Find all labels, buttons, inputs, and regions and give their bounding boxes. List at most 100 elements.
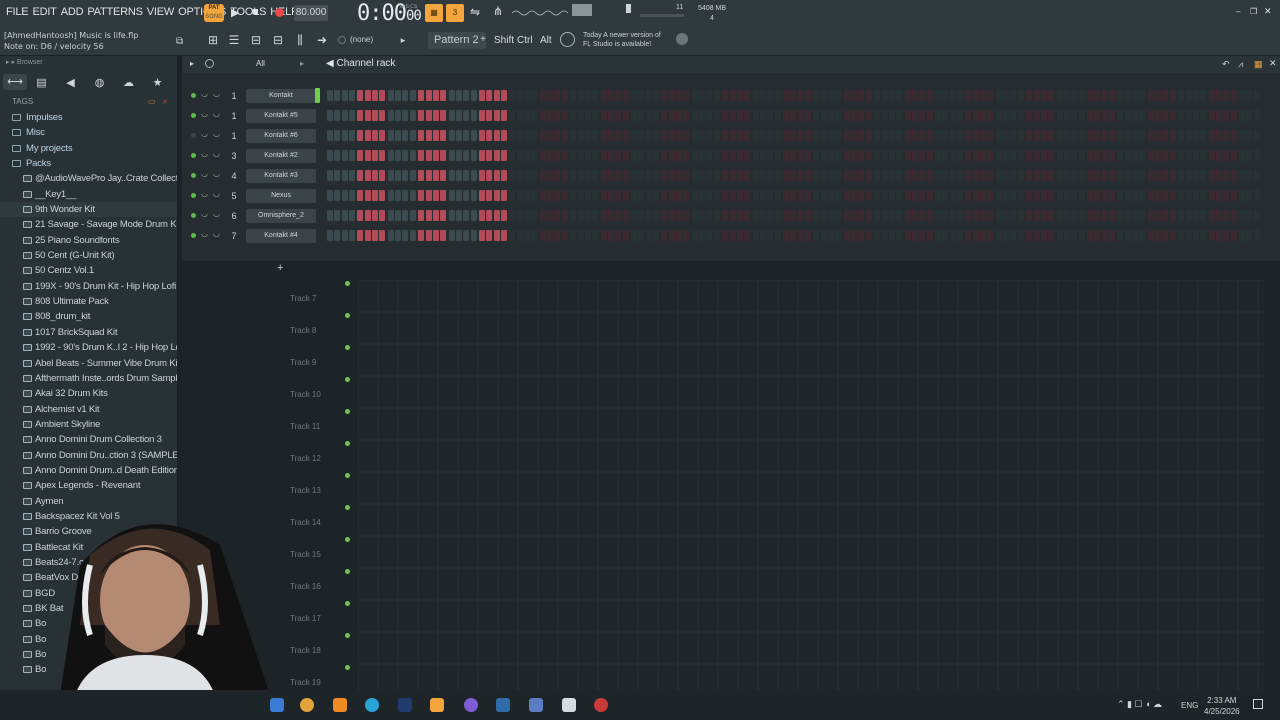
step-button[interactable]	[516, 150, 523, 161]
step-button[interactable]	[1192, 90, 1199, 101]
step-button[interactable]	[486, 150, 493, 161]
step-button[interactable]	[949, 170, 956, 181]
add-pattern-icon[interactable]: +	[476, 33, 490, 47]
step-button[interactable]	[722, 170, 729, 181]
step-button[interactable]	[432, 110, 439, 121]
step-button[interactable]	[561, 210, 568, 221]
step-button[interactable]	[516, 190, 523, 201]
step-button[interactable]	[470, 130, 477, 141]
step-button[interactable]	[652, 230, 659, 241]
step-button[interactable]	[486, 130, 493, 141]
step-button[interactable]	[409, 90, 416, 101]
step-button[interactable]	[364, 90, 371, 101]
step-button[interactable]	[744, 130, 751, 141]
step-button[interactable]	[949, 110, 956, 121]
step-button[interactable]	[736, 230, 743, 241]
step-button[interactable]	[956, 130, 963, 141]
step-button[interactable]	[676, 150, 682, 161]
step-button[interactable]	[881, 210, 888, 221]
step-button[interactable]	[942, 170, 949, 181]
step-button[interactable]	[804, 210, 811, 221]
channel-mixer-track[interactable]: 6	[228, 209, 240, 223]
step-button[interactable]	[554, 130, 561, 141]
step-button[interactable]	[1017, 190, 1024, 201]
tempo-display[interactable]: 80.000	[294, 5, 328, 21]
step-button[interactable]	[364, 110, 371, 121]
step-button[interactable]	[1094, 110, 1101, 121]
channel-volume-knob[interactable]: ◡	[213, 129, 220, 138]
step-button[interactable]	[972, 210, 979, 221]
step-button[interactable]	[1223, 190, 1230, 201]
step-button[interactable]	[706, 230, 713, 241]
step-button[interactable]	[1087, 110, 1093, 121]
step-button[interactable]	[1246, 90, 1253, 101]
step-button[interactable]	[767, 110, 774, 121]
step-button[interactable]	[783, 210, 789, 221]
step-button[interactable]	[341, 90, 348, 101]
step-button[interactable]	[584, 210, 591, 221]
step-button[interactable]	[896, 210, 903, 221]
step-button[interactable]	[470, 210, 477, 221]
track-mute-led[interactable]	[345, 377, 350, 382]
step-button[interactable]	[1078, 230, 1085, 241]
step-button[interactable]	[1215, 230, 1222, 241]
step-button[interactable]	[843, 110, 850, 121]
countdown-icon[interactable]: 3	[446, 4, 464, 22]
folder-tag-icon[interactable]: ▭	[148, 94, 156, 110]
step-button[interactable]	[736, 190, 743, 201]
step-button[interactable]	[676, 210, 682, 221]
step-button[interactable]	[341, 150, 348, 161]
step-button[interactable]	[1208, 170, 1215, 181]
step-button[interactable]	[531, 90, 538, 101]
step-button[interactable]	[379, 210, 386, 221]
channel-volume-knob[interactable]: ◡	[213, 189, 220, 198]
step-button[interactable]	[440, 210, 447, 221]
step-button[interactable]	[547, 110, 554, 121]
step-button[interactable]	[1139, 190, 1146, 201]
pack-item[interactable]: 199X - 90's Drum Kit - Hip Hop Lofi	[0, 279, 177, 294]
step-button[interactable]	[1239, 230, 1245, 241]
step-button[interactable]	[570, 90, 577, 101]
step-button[interactable]	[828, 150, 834, 161]
step-button[interactable]	[600, 170, 607, 181]
step-button[interactable]	[1178, 90, 1185, 101]
step-button[interactable]	[865, 190, 872, 201]
step-button[interactable]	[767, 130, 774, 141]
step-button[interactable]	[956, 90, 963, 101]
step-button[interactable]	[835, 110, 842, 121]
step-button[interactable]	[881, 190, 888, 201]
add-track-icon[interactable]: +	[277, 262, 283, 274]
step-button[interactable]	[926, 190, 933, 201]
step-button[interactable]	[874, 230, 881, 241]
step-button[interactable]	[1139, 110, 1146, 121]
step-button[interactable]	[1239, 150, 1245, 161]
step-button[interactable]	[607, 230, 614, 241]
step-button[interactable]	[1017, 110, 1024, 121]
channel-volume-knob[interactable]: ◡	[213, 109, 220, 118]
step-button[interactable]	[835, 90, 842, 101]
snap-icon[interactable]: ⧉	[176, 36, 183, 47]
step-button[interactable]	[432, 210, 439, 221]
step-button[interactable]	[1010, 210, 1017, 221]
stop-icon[interactable]: ■	[252, 6, 259, 18]
steam-icon[interactable]	[496, 698, 510, 712]
step-button[interactable]	[547, 130, 554, 141]
step-button[interactable]	[570, 110, 577, 121]
step-button[interactable]	[1033, 230, 1040, 241]
step-button[interactable]	[896, 190, 903, 201]
step-button[interactable]	[1071, 230, 1078, 241]
step-button[interactable]	[554, 90, 561, 101]
step-button[interactable]	[1185, 190, 1192, 201]
step-button[interactable]	[995, 130, 1002, 141]
step-button[interactable]	[843, 150, 850, 161]
step-button[interactable]	[661, 90, 668, 101]
step-button[interactable]	[865, 230, 872, 241]
step-button[interactable]	[706, 90, 713, 101]
capcut-icon[interactable]	[562, 698, 576, 712]
step-button[interactable]	[652, 90, 659, 101]
channel-pan-knob[interactable]: ◡	[201, 229, 208, 238]
step-button[interactable]	[987, 110, 994, 121]
step-button[interactable]	[607, 170, 614, 181]
step-button[interactable]	[1253, 190, 1260, 201]
step-button[interactable]	[615, 190, 622, 201]
